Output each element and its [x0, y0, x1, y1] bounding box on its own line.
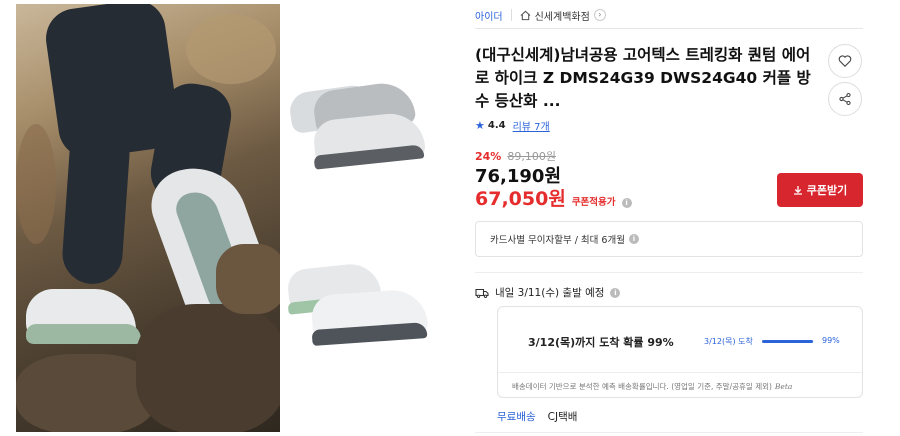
- info-icon[interactable]: i: [621, 198, 632, 208]
- chevron-right-icon: ›: [593, 9, 606, 21]
- divider: [475, 432, 863, 433]
- arrival-summary: 3/12(목)까지 도착 확률 99% 3/12(목) 도착 99%: [498, 307, 862, 373]
- divider: [475, 28, 863, 29]
- free-shipping-label: 무료배송: [497, 411, 536, 423]
- review-link[interactable]: 리뷰 7개: [513, 118, 550, 133]
- brand-link[interactable]: 아이더: [475, 8, 503, 23]
- coupon-download-button[interactable]: 쿠폰받기: [777, 173, 863, 207]
- arrival-progress-fill: [762, 340, 814, 343]
- info-icon[interactable]: i: [610, 287, 621, 298]
- coupon-button-label: 쿠폰받기: [806, 184, 848, 197]
- wishlist-button[interactable]: [828, 44, 862, 78]
- arrival-progress-bar: [762, 340, 814, 343]
- arrival-bar-percent: 99%: [822, 336, 840, 345]
- truck-icon: [475, 288, 489, 298]
- beta-badge: Beta: [774, 382, 793, 391]
- star-icon: ★: [475, 119, 485, 132]
- arrival-probability-box: 3/12(목)까지 도착 확률 99% 3/12(목) 도착 99% 배송데이터…: [497, 306, 863, 398]
- card-installment-text: 카드사별 무이자할부 / 최대 6개월: [490, 235, 625, 246]
- store-name: 신세계백화점: [534, 11, 590, 23]
- carrier-label: CJ택배: [547, 411, 578, 423]
- breadcrumb: 아이더 신세계백화점 ›: [475, 6, 606, 24]
- rating-row: ★ 4.4 리뷰 7개: [475, 118, 550, 133]
- shipping-row: 무료배송 CJ택배: [497, 409, 577, 424]
- arrival-bar-label: 3/12(목) 도착: [704, 337, 753, 346]
- product-thumb-grey[interactable]: [284, 66, 434, 176]
- share-icon: [839, 92, 851, 106]
- coupon-price: 67,050원: [475, 188, 566, 210]
- divider: [475, 272, 863, 273]
- arrival-note: 배송데이터 기반으로 분석한 예측 배송확률입니다. (영업일 기준, 주말/공…: [512, 381, 792, 392]
- arrival-text: 3/12(목)까지 도착 확률 99%: [528, 336, 674, 349]
- home-icon: [520, 10, 531, 20]
- coupon-applied-label: 쿠폰적용가: [571, 197, 616, 208]
- product-info-panel: 아이더 신세계백화점 › (대구신세계)남녀공용 고어텍스 트레킹화 퀀텀 에어…: [475, 0, 865, 436]
- delivery-schedule-text: 내일 3/11(수) 출발 예정: [495, 287, 605, 299]
- product-thumb-green[interactable]: [284, 236, 434, 346]
- share-button[interactable]: [828, 82, 862, 116]
- store-link[interactable]: 신세계백화점 ›: [520, 8, 606, 23]
- divider: [510, 9, 512, 21]
- coupon-price-row: 67,050원 쿠폰적용가 i: [475, 184, 632, 211]
- product-lifestyle-photo: [16, 4, 280, 432]
- download-icon: [793, 186, 802, 195]
- rating-score: 4.4: [487, 120, 506, 131]
- card-installment-box[interactable]: 카드사별 무이자할부 / 최대 6개월 i: [475, 221, 863, 257]
- heart-icon: [838, 55, 852, 68]
- info-icon[interactable]: i: [628, 234, 639, 244]
- arrival-note-text: 배송데이터 기반으로 분석한 예측 배송확률입니다. (영업일 기준, 주말/공…: [512, 382, 772, 391]
- delivery-schedule: 내일 3/11(수) 출발 예정 i: [475, 285, 621, 300]
- product-title: (대구신세계)남녀공용 고어텍스 트레킹화 퀀텀 에어로 하이크 Z DMS24…: [475, 46, 811, 110]
